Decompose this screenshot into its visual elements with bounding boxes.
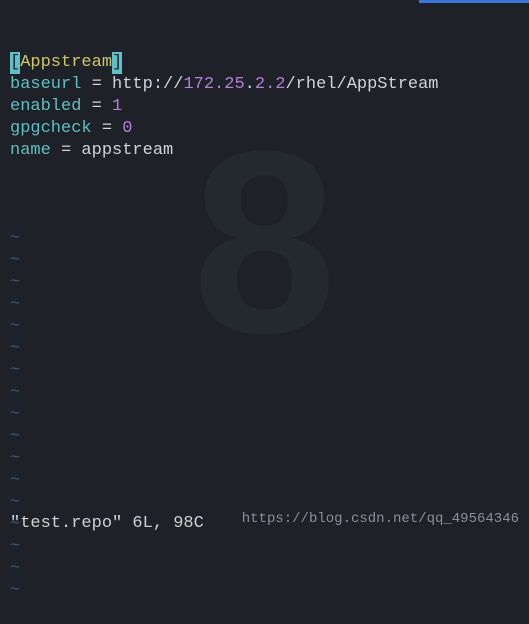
code-token: 172.25 <box>183 75 244 94</box>
empty-line-tilde: ~ <box>10 294 519 316</box>
code-token: = http:// <box>81 75 183 94</box>
watermark-url: https://blog.csdn.net/qq_49564346 <box>242 508 519 530</box>
code-line[interactable]: baseurl = http://172.25.2.2/rhel/AppStre… <box>10 74 519 96</box>
empty-line-tilde: ~ <box>10 382 519 404</box>
vim-status-line: "test.repo" 6L, 98C <box>10 513 204 535</box>
code-token: gpgcheck <box>10 119 92 138</box>
code-token: ] <box>112 52 122 74</box>
code-token: Appstream <box>20 53 112 72</box>
code-token: enabled <box>10 97 81 116</box>
empty-line-tilde: ~ <box>10 360 519 382</box>
code-line[interactable]: enabled = 1 <box>10 96 519 118</box>
empty-line-tilde: ~ <box>10 228 519 250</box>
code-token: = <box>81 97 112 116</box>
code-token: 1 <box>112 97 122 116</box>
empty-line-tilde: ~ <box>10 338 519 360</box>
code-token: /rhel/AppStream <box>285 75 438 94</box>
code-line[interactable]: gpgcheck = 0 <box>10 118 519 140</box>
empty-line[interactable] <box>10 162 519 184</box>
code-token: 2.2 <box>255 75 286 94</box>
code-line[interactable]: name = appstream <box>10 140 519 162</box>
code-token: . <box>245 75 255 94</box>
code-token: [ <box>10 52 20 74</box>
empty-line-tilde: ~ <box>10 404 519 426</box>
empty-line-tilde: ~ <box>10 470 519 492</box>
empty-line-tilde: ~ <box>10 580 519 602</box>
empty-line-tilde: ~ <box>10 250 519 272</box>
empty-line-tilde: ~ <box>10 536 519 558</box>
code-line[interactable]: [Appstream] <box>10 52 519 74</box>
empty-line-tilde: ~ <box>10 558 519 580</box>
empty-line-tilde: ~ <box>10 272 519 294</box>
empty-line-tilde: ~ <box>10 426 519 448</box>
empty-line-tilde: ~ <box>10 316 519 338</box>
empty-line-tilde: ~ <box>10 448 519 470</box>
code-token: baseurl <box>10 75 81 94</box>
code-token: 0 <box>122 119 132 138</box>
code-token: = <box>92 119 123 138</box>
code-token: name <box>10 141 51 160</box>
code-token: = appstream <box>51 141 173 160</box>
